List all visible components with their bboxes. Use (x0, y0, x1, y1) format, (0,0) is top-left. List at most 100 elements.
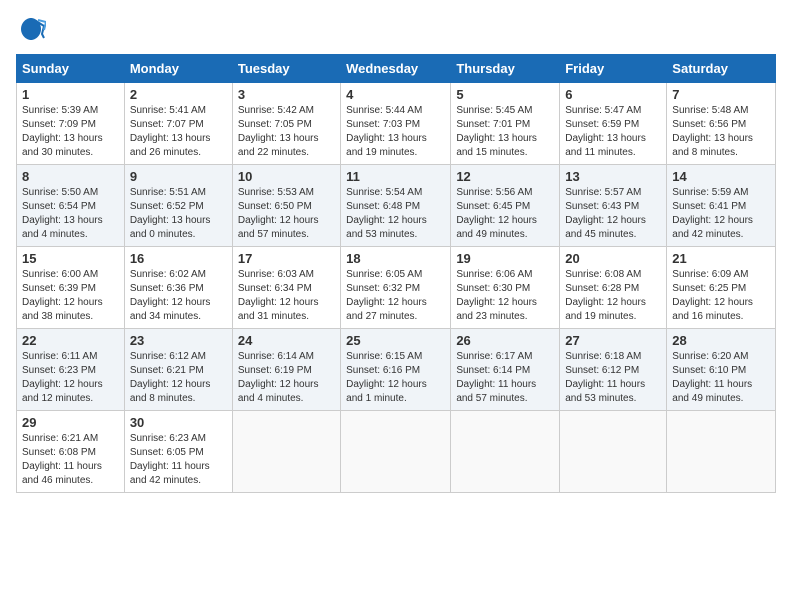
week-row-1: 1 Sunrise: 5:39 AM Sunset: 7:09 PM Daylig… (17, 83, 776, 165)
weekday-header-sunday: Sunday (17, 55, 125, 83)
week-row-3: 15 Sunrise: 6:00 AM Sunset: 6:39 PM Dayli… (17, 247, 776, 329)
calendar-cell: 29 Sunrise: 6:21 AM Sunset: 6:08 PM Dayli… (17, 411, 125, 493)
day-number: 14 (672, 169, 770, 184)
calendar-cell: 28 Sunrise: 6:20 AM Sunset: 6:10 PM Dayli… (667, 329, 776, 411)
day-number: 30 (130, 415, 227, 430)
day-number: 17 (238, 251, 335, 266)
weekday-header-friday: Friday (560, 55, 667, 83)
day-info: Sunrise: 6:18 AM Sunset: 6:12 PM Dayligh… (565, 350, 661, 406)
day-number: 12 (456, 169, 554, 184)
day-number: 9 (130, 169, 227, 184)
day-info: Sunrise: 6:15 AM Sunset: 6:16 PM Dayligh… (346, 350, 445, 406)
day-number: 19 (456, 251, 554, 266)
day-info: Sunrise: 6:06 AM Sunset: 6:30 PM Dayligh… (456, 268, 554, 324)
day-info: Sunrise: 5:50 AM Sunset: 6:54 PM Dayligh… (22, 186, 119, 242)
weekday-header-tuesday: Tuesday (232, 55, 340, 83)
day-info: Sunrise: 6:14 AM Sunset: 6:19 PM Dayligh… (238, 350, 335, 406)
day-number: 2 (130, 87, 227, 102)
calendar-cell: 25 Sunrise: 6:15 AM Sunset: 6:16 PM Dayli… (341, 329, 451, 411)
day-info: Sunrise: 5:59 AM Sunset: 6:41 PM Dayligh… (672, 186, 770, 242)
calendar-cell: 12 Sunrise: 5:56 AM Sunset: 6:45 PM Dayli… (451, 165, 560, 247)
day-info: Sunrise: 5:47 AM Sunset: 6:59 PM Dayligh… (565, 104, 661, 160)
calendar-cell: 13Sunrise: 5:57 AM Sunset: 6:43 PM Dayli… (560, 165, 667, 247)
weekday-header-saturday: Saturday (667, 55, 776, 83)
day-number: 29 (22, 415, 119, 430)
calendar-cell: 18 Sunrise: 6:05 AM Sunset: 6:32 PM Dayli… (341, 247, 451, 329)
day-number: 1 (22, 87, 119, 102)
day-info: Sunrise: 6:17 AM Sunset: 6:14 PM Dayligh… (456, 350, 554, 406)
day-number: 7 (672, 87, 770, 102)
day-info: Sunrise: 5:42 AM Sunset: 7:05 PM Dayligh… (238, 104, 335, 160)
calendar-cell: 7 Sunrise: 5:48 AM Sunset: 6:56 PM Daylig… (667, 83, 776, 165)
day-info: Sunrise: 5:48 AM Sunset: 6:56 PM Dayligh… (672, 104, 770, 160)
calendar-cell: 10 Sunrise: 5:53 AM Sunset: 6:50 PM Dayli… (232, 165, 340, 247)
day-info: Sunrise: 5:41 AM Sunset: 7:07 PM Dayligh… (130, 104, 227, 160)
day-info: Sunrise: 6:11 AM Sunset: 6:23 PM Dayligh… (22, 350, 119, 406)
day-info: Sunrise: 6:09 AM Sunset: 6:25 PM Dayligh… (672, 268, 770, 324)
day-info: Sunrise: 5:54 AM Sunset: 6:48 PM Dayligh… (346, 186, 445, 242)
calendar-cell (560, 411, 667, 493)
calendar-cell (341, 411, 451, 493)
logo (16, 16, 50, 44)
calendar-cell: 21 Sunrise: 6:09 AM Sunset: 6:25 PM Dayli… (667, 247, 776, 329)
day-number: 15 (22, 251, 119, 266)
weekday-header-thursday: Thursday (451, 55, 560, 83)
calendar-cell (232, 411, 340, 493)
weekday-header-monday: Monday (124, 55, 232, 83)
calendar-cell: 1 Sunrise: 5:39 AM Sunset: 7:09 PM Daylig… (17, 83, 125, 165)
calendar-cell (451, 411, 560, 493)
calendar-cell: 11 Sunrise: 5:54 AM Sunset: 6:48 PM Dayli… (341, 165, 451, 247)
logo-icon (16, 16, 46, 44)
calendar-cell: 24 Sunrise: 6:14 AM Sunset: 6:19 PM Dayli… (232, 329, 340, 411)
day-info: Sunrise: 6:03 AM Sunset: 6:34 PM Dayligh… (238, 268, 335, 324)
calendar-cell: 14 Sunrise: 5:59 AM Sunset: 6:41 PM Dayli… (667, 165, 776, 247)
day-info: Sunrise: 6:00 AM Sunset: 6:39 PM Dayligh… (22, 268, 119, 324)
weekday-header-row: SundayMondayTuesdayWednesdayThursdayFrid… (17, 55, 776, 83)
calendar-cell: 30Sunrise: 6:23 AM Sunset: 6:05 PM Dayli… (124, 411, 232, 493)
day-number: 10 (238, 169, 335, 184)
day-number: 28 (672, 333, 770, 348)
day-number: 18 (346, 251, 445, 266)
day-number: 8 (22, 169, 119, 184)
day-number: 26 (456, 333, 554, 348)
calendar-cell: 16 Sunrise: 6:02 AM Sunset: 6:36 PM Dayli… (124, 247, 232, 329)
day-number: 6 (565, 87, 661, 102)
day-info: Sunrise: 5:53 AM Sunset: 6:50 PM Dayligh… (238, 186, 335, 242)
calendar-table: SundayMondayTuesdayWednesdayThursdayFrid… (16, 54, 776, 493)
day-number: 20 (565, 251, 661, 266)
day-number: 11 (346, 169, 445, 184)
day-info: Sunrise: 5:39 AM Sunset: 7:09 PM Dayligh… (22, 104, 119, 160)
day-info: Sunrise: 6:05 AM Sunset: 6:32 PM Dayligh… (346, 268, 445, 324)
day-info: Sunrise: 5:56 AM Sunset: 6:45 PM Dayligh… (456, 186, 554, 242)
calendar-cell: 5Sunrise: 5:45 AM Sunset: 7:01 PM Daylig… (451, 83, 560, 165)
week-row-2: 8 Sunrise: 5:50 AM Sunset: 6:54 PM Daylig… (17, 165, 776, 247)
calendar-cell: 9 Sunrise: 5:51 AM Sunset: 6:52 PM Daylig… (124, 165, 232, 247)
day-number: 3 (238, 87, 335, 102)
calendar-cell: 26 Sunrise: 6:17 AM Sunset: 6:14 PM Dayli… (451, 329, 560, 411)
calendar-cell: 6 Sunrise: 5:47 AM Sunset: 6:59 PM Daylig… (560, 83, 667, 165)
week-row-4: 22Sunrise: 6:11 AM Sunset: 6:23 PM Dayli… (17, 329, 776, 411)
day-info: Sunrise: 6:08 AM Sunset: 6:28 PM Dayligh… (565, 268, 661, 324)
calendar-cell: 17 Sunrise: 6:03 AM Sunset: 6:34 PM Dayli… (232, 247, 340, 329)
day-info: Sunrise: 6:20 AM Sunset: 6:10 PM Dayligh… (672, 350, 770, 406)
day-number: 25 (346, 333, 445, 348)
calendar-cell: 23 Sunrise: 6:12 AM Sunset: 6:21 PM Dayli… (124, 329, 232, 411)
day-info: Sunrise: 5:44 AM Sunset: 7:03 PM Dayligh… (346, 104, 445, 160)
calendar-cell: 3 Sunrise: 5:42 AM Sunset: 7:05 PM Daylig… (232, 83, 340, 165)
weekday-header-wednesday: Wednesday (341, 55, 451, 83)
day-info: Sunrise: 5:51 AM Sunset: 6:52 PM Dayligh… (130, 186, 227, 242)
calendar-cell: 20 Sunrise: 6:08 AM Sunset: 6:28 PM Dayli… (560, 247, 667, 329)
calendar-cell: 8 Sunrise: 5:50 AM Sunset: 6:54 PM Daylig… (17, 165, 125, 247)
day-number: 24 (238, 333, 335, 348)
day-info: Sunrise: 6:12 AM Sunset: 6:21 PM Dayligh… (130, 350, 227, 406)
day-number: 23 (130, 333, 227, 348)
week-row-5: 29 Sunrise: 6:21 AM Sunset: 6:08 PM Dayli… (17, 411, 776, 493)
day-number: 21 (672, 251, 770, 266)
day-info: Sunrise: 5:45 AM Sunset: 7:01 PM Dayligh… (456, 104, 554, 160)
day-info: Sunrise: 6:02 AM Sunset: 6:36 PM Dayligh… (130, 268, 227, 324)
calendar-cell: 15 Sunrise: 6:00 AM Sunset: 6:39 PM Dayli… (17, 247, 125, 329)
calendar-cell: 22Sunrise: 6:11 AM Sunset: 6:23 PM Dayli… (17, 329, 125, 411)
day-number: 16 (130, 251, 227, 266)
day-number: 4 (346, 87, 445, 102)
day-info: Sunrise: 6:21 AM Sunset: 6:08 PM Dayligh… (22, 432, 119, 488)
